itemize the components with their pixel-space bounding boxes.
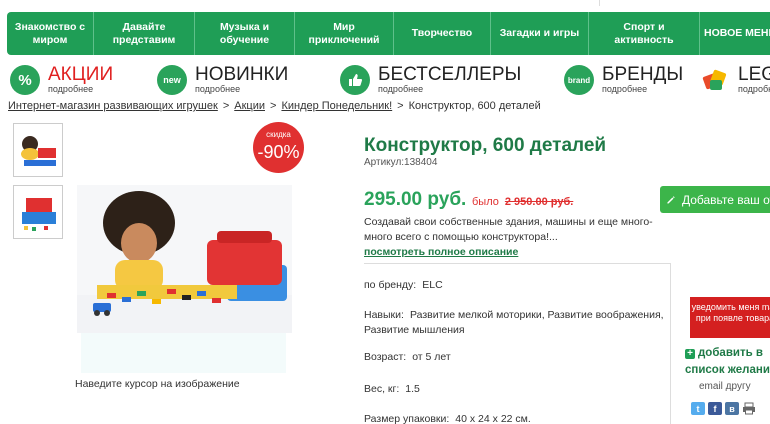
breadcrumb: Интернет-магазин развивающих игрушек > Акц… bbox=[8, 100, 541, 112]
promo-more-link[interactable]: подробнее bbox=[48, 84, 93, 94]
category-nav: Знакомство с миром Давайте представим Му… bbox=[7, 12, 770, 55]
promo-more-link[interactable]: подробне bbox=[738, 84, 770, 94]
attr-value: 40 х 24 х 22 см. bbox=[455, 413, 531, 424]
attr-value: от 5 лет bbox=[412, 351, 451, 363]
attr-label: Навыки: bbox=[364, 309, 404, 321]
promo-more-link[interactable]: подробнее bbox=[195, 84, 240, 94]
nav-item-muzyka[interactable]: Музыка и обучение bbox=[195, 12, 295, 55]
email-friend-link[interactable]: email другу bbox=[699, 381, 751, 392]
wishlist-label: добавить в список желани bbox=[685, 347, 770, 376]
nav-item-davayte[interactable]: Давайте представим bbox=[94, 12, 195, 55]
promo-title: LEG bbox=[738, 64, 770, 85]
full-description-link[interactable]: посмотреть полное описание bbox=[364, 246, 518, 258]
attr-age: Возраст: от 5 лет bbox=[364, 350, 664, 365]
nav-item-priklyucheniya[interactable]: Мир приключений bbox=[295, 12, 394, 55]
lego-bricks-icon bbox=[700, 65, 730, 95]
nav-item-tvorchestvo[interactable]: Творчество bbox=[394, 12, 491, 55]
old-price-label: было bbox=[472, 196, 499, 208]
attr-package-size: Размер упаковки: 40 х 24 х 22 см. bbox=[364, 412, 664, 424]
product-page: Знакомство с миром Давайте представим Му… bbox=[0, 0, 770, 424]
breadcrumb-separator: > bbox=[222, 100, 230, 112]
thumbnail-2[interactable] bbox=[13, 185, 63, 239]
promo-more-link[interactable]: подробнее bbox=[378, 84, 423, 94]
add-to-cart-button[interactable]: Добавьте ваш от bbox=[660, 186, 770, 213]
thumbnail-1[interactable] bbox=[13, 123, 63, 177]
discount-label: скидка bbox=[266, 130, 291, 139]
new-icon: new bbox=[157, 65, 187, 95]
nav-item-zagadki[interactable]: Загадки и игры bbox=[491, 12, 589, 55]
promo-title: НОВИНКИ bbox=[195, 64, 289, 85]
brand-icon: brand bbox=[564, 65, 594, 95]
notify-button[interactable]: уведомить меня mail при появле товара bbox=[690, 297, 770, 338]
facebook-icon[interactable]: f bbox=[708, 402, 722, 415]
header-divider bbox=[599, 0, 600, 6]
print-icon[interactable] bbox=[742, 402, 756, 415]
twitter-icon[interactable]: t bbox=[691, 402, 705, 415]
old-price: было 2 950.00 руб. bbox=[472, 196, 573, 208]
promo-bar: % АКЦИИ подробнее new НОВИНКИ подробнее … bbox=[0, 64, 770, 98]
product-title: Конструктор, 600 деталей bbox=[364, 135, 607, 156]
hover-hint: Наведите курсор на изображение bbox=[75, 378, 240, 390]
breadcrumb-separator: > bbox=[270, 100, 277, 112]
add-to-cart-label: Добавьте ваш от bbox=[681, 192, 770, 207]
breadcrumb-akcii[interactable]: Акции bbox=[234, 100, 265, 112]
vkontakte-icon[interactable]: в bbox=[725, 402, 739, 415]
promo-title: БРЕНДЫ bbox=[602, 64, 684, 85]
attr-label: Размер упаковки: bbox=[364, 413, 450, 424]
attr-value: ELC bbox=[422, 279, 443, 291]
breadcrumb-separator: > bbox=[397, 100, 404, 112]
promo-title: БЕСТСЕЛЛЕРЫ bbox=[378, 64, 522, 85]
pencil-icon bbox=[667, 195, 675, 204]
product-image[interactable] bbox=[77, 185, 292, 333]
nav-item-new-menu[interactable]: НОВОЕ МЕНЮ bbox=[700, 12, 770, 55]
image-shadow bbox=[81, 333, 286, 373]
nav-item-znakomstvo[interactable]: Знакомство с миром bbox=[7, 12, 94, 55]
breadcrumb-current: Конструктор, 600 деталей bbox=[408, 100, 541, 112]
header-strip bbox=[0, 0, 770, 8]
product-description: Создавай свои собственные здания, машины… bbox=[364, 216, 653, 243]
breadcrumb-kinder[interactable]: Киндер Понедельник! bbox=[281, 100, 392, 112]
percent-icon: % bbox=[10, 65, 40, 95]
wishlist-button[interactable]: + добавить в список желани bbox=[685, 345, 770, 379]
product-sku: Артикул:138404 bbox=[364, 157, 438, 168]
attr-label: Вес, кг: bbox=[364, 383, 400, 395]
nav-item-sport[interactable]: Спорт и активность bbox=[589, 12, 700, 55]
attr-label: по бренду: bbox=[364, 279, 417, 291]
attr-skills: Навыки: Развитие мелкой моторики, Развити… bbox=[364, 308, 664, 338]
thumbs-up-icon bbox=[340, 65, 370, 95]
attr-label: Возраст: bbox=[364, 351, 407, 363]
attr-value: Развитие мелкой моторики, Развитие вообр… bbox=[364, 309, 664, 336]
promo-title: АКЦИИ bbox=[48, 64, 114, 85]
old-price-amount: 2 950.00 руб. bbox=[504, 196, 574, 208]
attr-value: 1.5 bbox=[405, 383, 420, 395]
divider bbox=[364, 263, 670, 264]
attr-brand: по бренду: ELC bbox=[364, 278, 664, 293]
discount-badge: скидка -90% bbox=[253, 122, 304, 173]
attr-weight: Вес, кг: 1.5 bbox=[364, 382, 664, 397]
discount-value: -90% bbox=[257, 142, 300, 162]
plus-icon: + bbox=[685, 349, 695, 359]
divider-vertical bbox=[670, 263, 671, 424]
breadcrumb-home[interactable]: Интернет-магазин развивающих игрушек bbox=[8, 100, 218, 112]
product-price: 295.00 руб. bbox=[364, 189, 467, 210]
promo-more-link[interactable]: подробнее bbox=[602, 84, 647, 94]
